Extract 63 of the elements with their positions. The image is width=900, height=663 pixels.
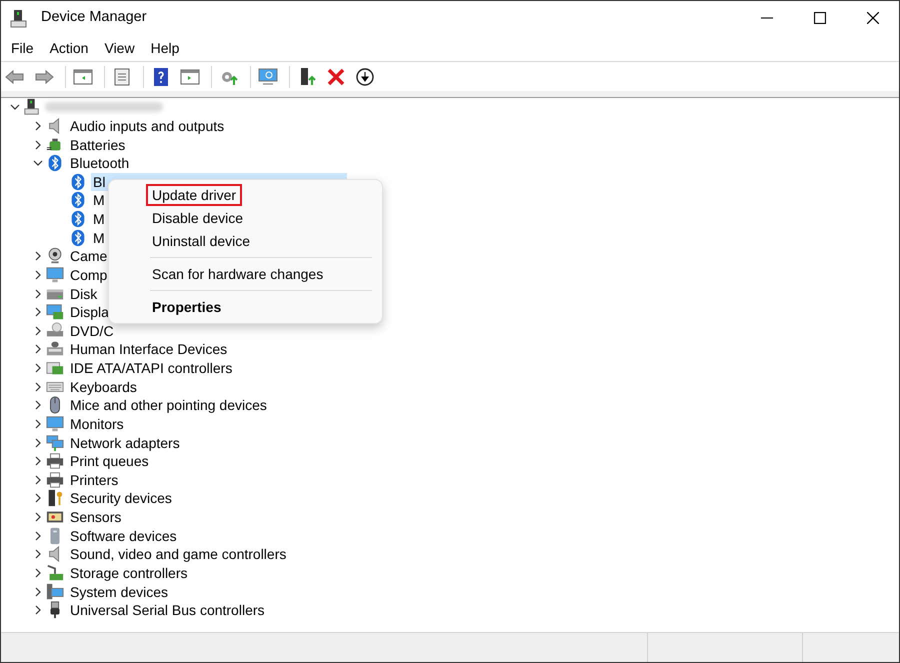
menu-item[interactable]: Properties bbox=[146, 296, 228, 318]
controller-card-icon bbox=[46, 359, 64, 378]
panel-icon[interactable] bbox=[180, 66, 200, 86]
tree-item[interactable]: M bbox=[91, 210, 107, 228]
download-icon[interactable] bbox=[355, 66, 375, 86]
menu-item[interactable]: Help bbox=[142, 36, 188, 60]
tree-item[interactable]: DVD/C bbox=[68, 322, 116, 340]
webcam-icon bbox=[46, 247, 64, 266]
tree-item[interactable]: M bbox=[91, 191, 107, 210]
menu-item[interactable]: File bbox=[3, 36, 42, 60]
tree-item[interactable]: Comp bbox=[68, 266, 110, 284]
menu-item[interactable]: Disable device bbox=[146, 207, 250, 229]
tree-item[interactable]: Keyboards bbox=[68, 378, 139, 396]
tree-item[interactable]: System devices bbox=[68, 582, 170, 601]
tree-item[interactable]: Print queues bbox=[68, 452, 151, 470]
key-icon bbox=[46, 489, 64, 508]
tree-item[interactable]: Disk bbox=[68, 284, 100, 303]
properties-icon[interactable] bbox=[112, 66, 132, 86]
bluetooth-icon bbox=[69, 210, 87, 228]
tree-item[interactable]: Security devices bbox=[68, 489, 174, 508]
tree-item[interactable]: Came bbox=[68, 247, 110, 266]
tree-item[interactable]: Audio inputs and outputs bbox=[68, 116, 226, 135]
tree-item[interactable]: Batteries bbox=[68, 136, 128, 154]
tree-item[interactable]: Software devices bbox=[68, 526, 179, 545]
computer-icon bbox=[23, 98, 41, 116]
system-icon bbox=[46, 582, 64, 601]
tree-item[interactable]: Human Interface Devices bbox=[68, 340, 230, 358]
tree-item[interactable]: Sensors bbox=[68, 508, 124, 526]
help-icon[interactable] bbox=[151, 66, 171, 86]
printer-icon bbox=[46, 470, 64, 489]
menu-item[interactable]: Uninstall device bbox=[146, 230, 256, 252]
bluetooth-icon bbox=[69, 172, 87, 191]
tree-item[interactable]: M bbox=[91, 228, 107, 247]
tree-item[interactable]: Storage controllers bbox=[68, 564, 190, 582]
close-icon[interactable] bbox=[866, 12, 878, 24]
monitor-icon bbox=[46, 266, 64, 284]
tree-item[interactable]: Universal Serial Bus controllers bbox=[68, 601, 267, 620]
panel-icon[interactable] bbox=[73, 66, 93, 86]
menu-item[interactable]: Scan for hardware changes bbox=[146, 263, 330, 285]
tree-item[interactable]: Sound, video and game controllers bbox=[68, 545, 288, 564]
window-title: Device Manager bbox=[41, 8, 147, 28]
computer-icon bbox=[9, 8, 29, 29]
tree-item[interactable]: Network adapters bbox=[68, 434, 182, 452]
menu-item[interactable]: View bbox=[96, 36, 143, 60]
tree-item[interactable]: Mice and other pointing devices bbox=[68, 396, 269, 414]
storage-icon bbox=[46, 564, 64, 582]
input-device-icon bbox=[46, 340, 64, 358]
menu-item[interactable]: Update driver bbox=[146, 184, 242, 206]
tree-item[interactable]: Displa bbox=[68, 303, 111, 322]
printer-icon bbox=[46, 452, 64, 470]
monitor-icon bbox=[46, 414, 64, 433]
bluetooth-icon bbox=[69, 228, 87, 247]
tree-item[interactable]: IDE ATA/ATAPI controllers bbox=[68, 359, 234, 378]
menu-item[interactable]: Action bbox=[42, 36, 96, 60]
bluetooth-icon bbox=[46, 154, 64, 172]
tree-item[interactable]: Monitors bbox=[68, 414, 126, 433]
tree-item[interactable]: Printers bbox=[68, 470, 120, 489]
network-icon bbox=[46, 434, 64, 452]
tree-item[interactable]: Bluetooth bbox=[68, 154, 132, 172]
maximize-icon[interactable] bbox=[814, 12, 826, 24]
monitor-search-icon[interactable] bbox=[258, 66, 278, 86]
display-adapter-icon bbox=[46, 303, 64, 322]
bluetooth-icon bbox=[69, 191, 87, 210]
